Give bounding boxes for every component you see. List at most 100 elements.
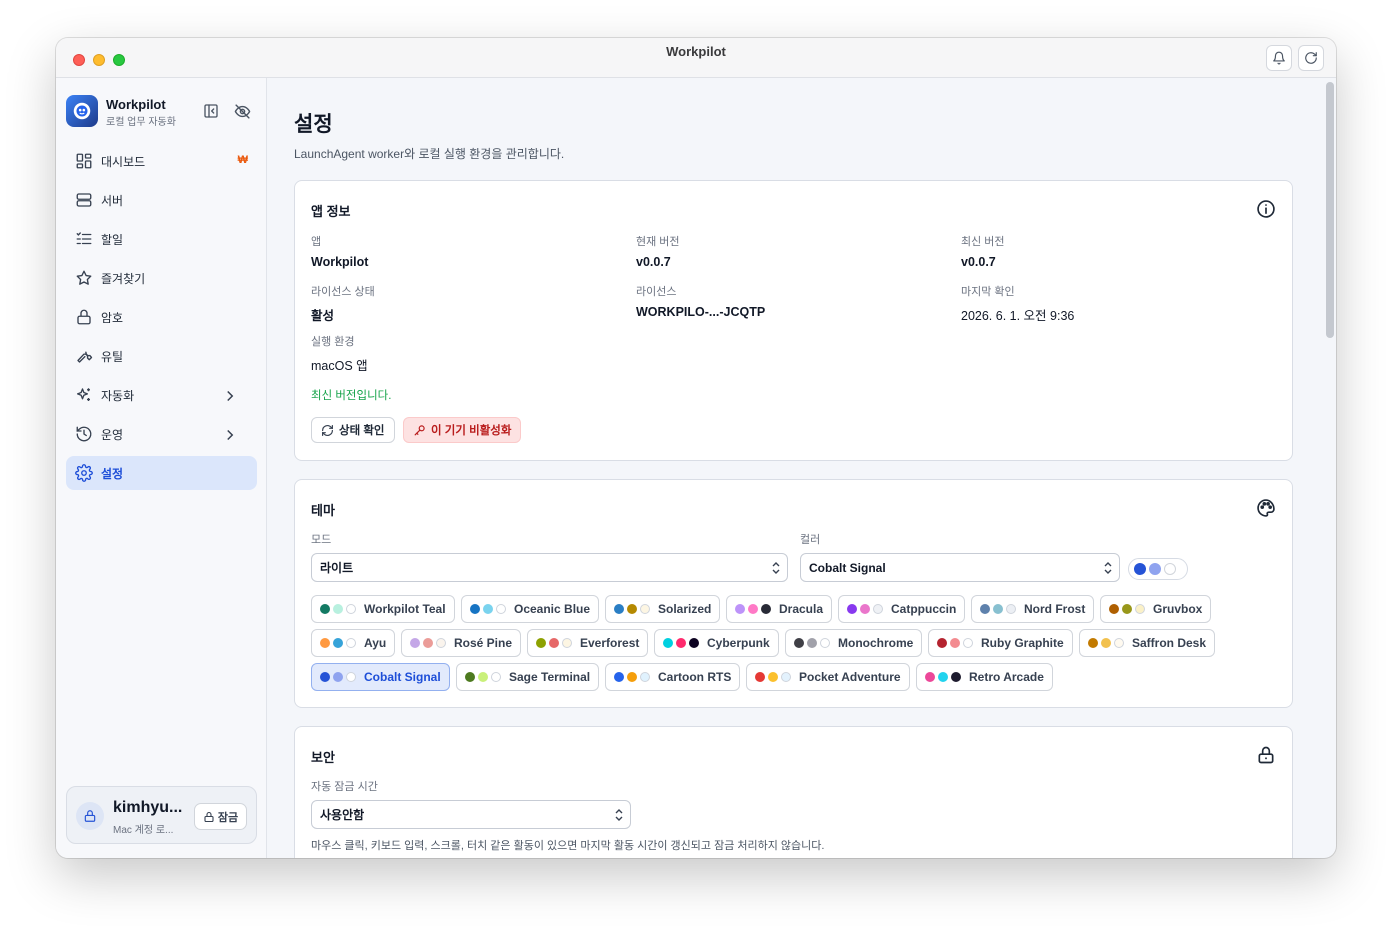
sidebar-item-label: 즐겨찾기: [101, 271, 146, 286]
palette-icon: [1257, 499, 1275, 517]
theme-chip[interactable]: Catppuccin: [838, 595, 966, 623]
page-title: 설정: [294, 113, 333, 136]
license-value: WORKPILO-...-JCQTP: [636, 305, 766, 319]
scrollbar[interactable]: [1326, 82, 1334, 338]
eye-off-icon: [234, 103, 250, 119]
sidebar-item-server[interactable]: 서버: [66, 183, 257, 217]
theme-color-dots: [663, 638, 699, 648]
user-name: kimhyu...: [113, 799, 183, 816]
theme-chip[interactable]: Retro Arcade: [916, 663, 1053, 691]
sidebar-item-operations[interactable]: 운영: [66, 417, 257, 451]
sidebar-item-utilities[interactable]: 유틸: [66, 339, 257, 373]
theme-chip[interactable]: Cyberpunk: [654, 629, 779, 657]
color-dot: [549, 638, 559, 648]
notifications-button[interactable]: [1266, 45, 1292, 71]
theme-color-dots: [470, 604, 506, 614]
theme-chip[interactable]: Ayu: [311, 629, 396, 657]
deactivate-device-label: 이 기기 비활성화: [431, 425, 512, 437]
sidebar-item-dashboard[interactable]: 대시보드 ₩: [66, 144, 257, 178]
card-title: 보안: [311, 750, 335, 765]
color-dot: [925, 672, 935, 682]
color-dot: [614, 672, 624, 682]
sidebar-item-favorites[interactable]: 즐겨찾기: [66, 261, 257, 295]
color-dot: [761, 604, 771, 614]
color-dot: [320, 604, 330, 614]
updown-chevron-icon: [772, 562, 780, 574]
sidebar-item-automation[interactable]: 자동화: [66, 378, 257, 412]
sidebar-item-settings[interactable]: 설정: [66, 456, 257, 490]
color-dot: [562, 638, 572, 648]
theme-chip[interactable]: Nord Frost: [971, 595, 1095, 623]
theme-chip[interactable]: Gruvbox: [1100, 595, 1212, 623]
sidebar-item-passwords[interactable]: 암호: [66, 300, 257, 334]
color-dot: [950, 638, 960, 648]
chevron-right-icon: [227, 390, 234, 402]
auto-lock-select[interactable]: 사용안함: [311, 800, 631, 829]
theme-color-dots: [794, 638, 830, 648]
color-dot: [980, 604, 990, 614]
theme-chip[interactable]: Oceanic Blue: [461, 595, 600, 623]
color-dot: [1109, 604, 1119, 614]
status-message: 최신 버전입니다.: [311, 390, 392, 402]
last-check-label: 마지막 확인: [961, 286, 1015, 298]
color-dot: [748, 604, 758, 614]
security-card: 보안 자동 잠금 시간 사용안함 마우스 클릭, 키보드 입력, 스크롤, 터치…: [294, 726, 1293, 858]
theme-chip[interactable]: Monochrome: [785, 629, 923, 657]
refresh-button[interactable]: [1298, 45, 1324, 71]
hide-sensitive-button[interactable]: [233, 102, 251, 120]
theme-chip-label: Rosé Pine: [454, 636, 513, 650]
app-value: Workpilot: [311, 255, 369, 269]
theme-chip[interactable]: Cartoon RTS: [605, 663, 741, 691]
color-dot: [963, 638, 973, 648]
color-dot: [993, 604, 1003, 614]
theme-chip-label: Workpilot Teal: [364, 602, 446, 616]
updown-chevron-icon: [615, 809, 623, 821]
theme-chip[interactable]: Solarized: [605, 595, 721, 623]
theme-color-dots: [980, 604, 1016, 614]
mode-select[interactable]: 라이트: [311, 553, 788, 582]
color-dot: [536, 638, 546, 648]
color-dot: [491, 672, 501, 682]
color-select[interactable]: Cobalt Signal: [800, 553, 1120, 582]
auto-lock-value: 사용안함: [320, 808, 365, 822]
color-dot: [663, 638, 673, 648]
user-subtitle: Mac 계정 로...: [113, 825, 174, 836]
collapse-sidebar-button[interactable]: [202, 102, 220, 120]
env-label: 실행 환경: [311, 336, 355, 348]
color-dot: [1164, 563, 1176, 575]
theme-color-dots: [465, 672, 501, 682]
theme-color-dots: [847, 604, 883, 614]
wrench-icon: [77, 351, 93, 363]
theme-chip[interactable]: Saffron Desk: [1079, 629, 1216, 657]
theme-chip[interactable]: Sage Terminal: [456, 663, 600, 691]
theme-chip[interactable]: Rosé Pine: [401, 629, 522, 657]
theme-chip[interactable]: Pocket Adventure: [746, 663, 910, 691]
color-dot: [410, 638, 420, 648]
theme-chip-label: Cartoon RTS: [658, 670, 732, 684]
color-dot: [781, 672, 791, 682]
color-select-value: Cobalt Signal: [809, 560, 886, 575]
title-bar: Workpilot: [56, 38, 1336, 78]
license-status-label: 라이선스 상태: [311, 286, 375, 298]
lock-button[interactable]: 잠금: [194, 803, 247, 830]
deactivate-device-button[interactable]: 이 기기 비활성화: [403, 417, 522, 443]
gear-icon: [75, 464, 93, 482]
sidebar-item-label: 자동화: [101, 388, 135, 403]
color-dot: [1122, 604, 1132, 614]
theme-chip-label: Dracula: [779, 602, 824, 616]
theme-chip[interactable]: Everforest: [527, 629, 649, 657]
sidebar-collapse-icon: [204, 104, 218, 118]
theme-chip[interactable]: Ruby Graphite: [928, 629, 1073, 657]
sidebar-item-todo[interactable]: 할일: [66, 222, 257, 256]
theme-chip[interactable]: Dracula: [726, 595, 833, 623]
theme-chip-label: Saffron Desk: [1132, 636, 1207, 650]
color-dot: [794, 638, 804, 648]
avatar: [76, 802, 104, 830]
color-dot: [1135, 604, 1145, 614]
list-icon: [76, 232, 92, 245]
check-status-button[interactable]: 상태 확인: [311, 417, 395, 443]
theme-chip-label: Cyberpunk: [707, 636, 770, 650]
theme-chip[interactable]: Cobalt Signal: [311, 663, 450, 691]
color-dot: [768, 672, 778, 682]
theme-chip[interactable]: Workpilot Teal: [311, 595, 455, 623]
